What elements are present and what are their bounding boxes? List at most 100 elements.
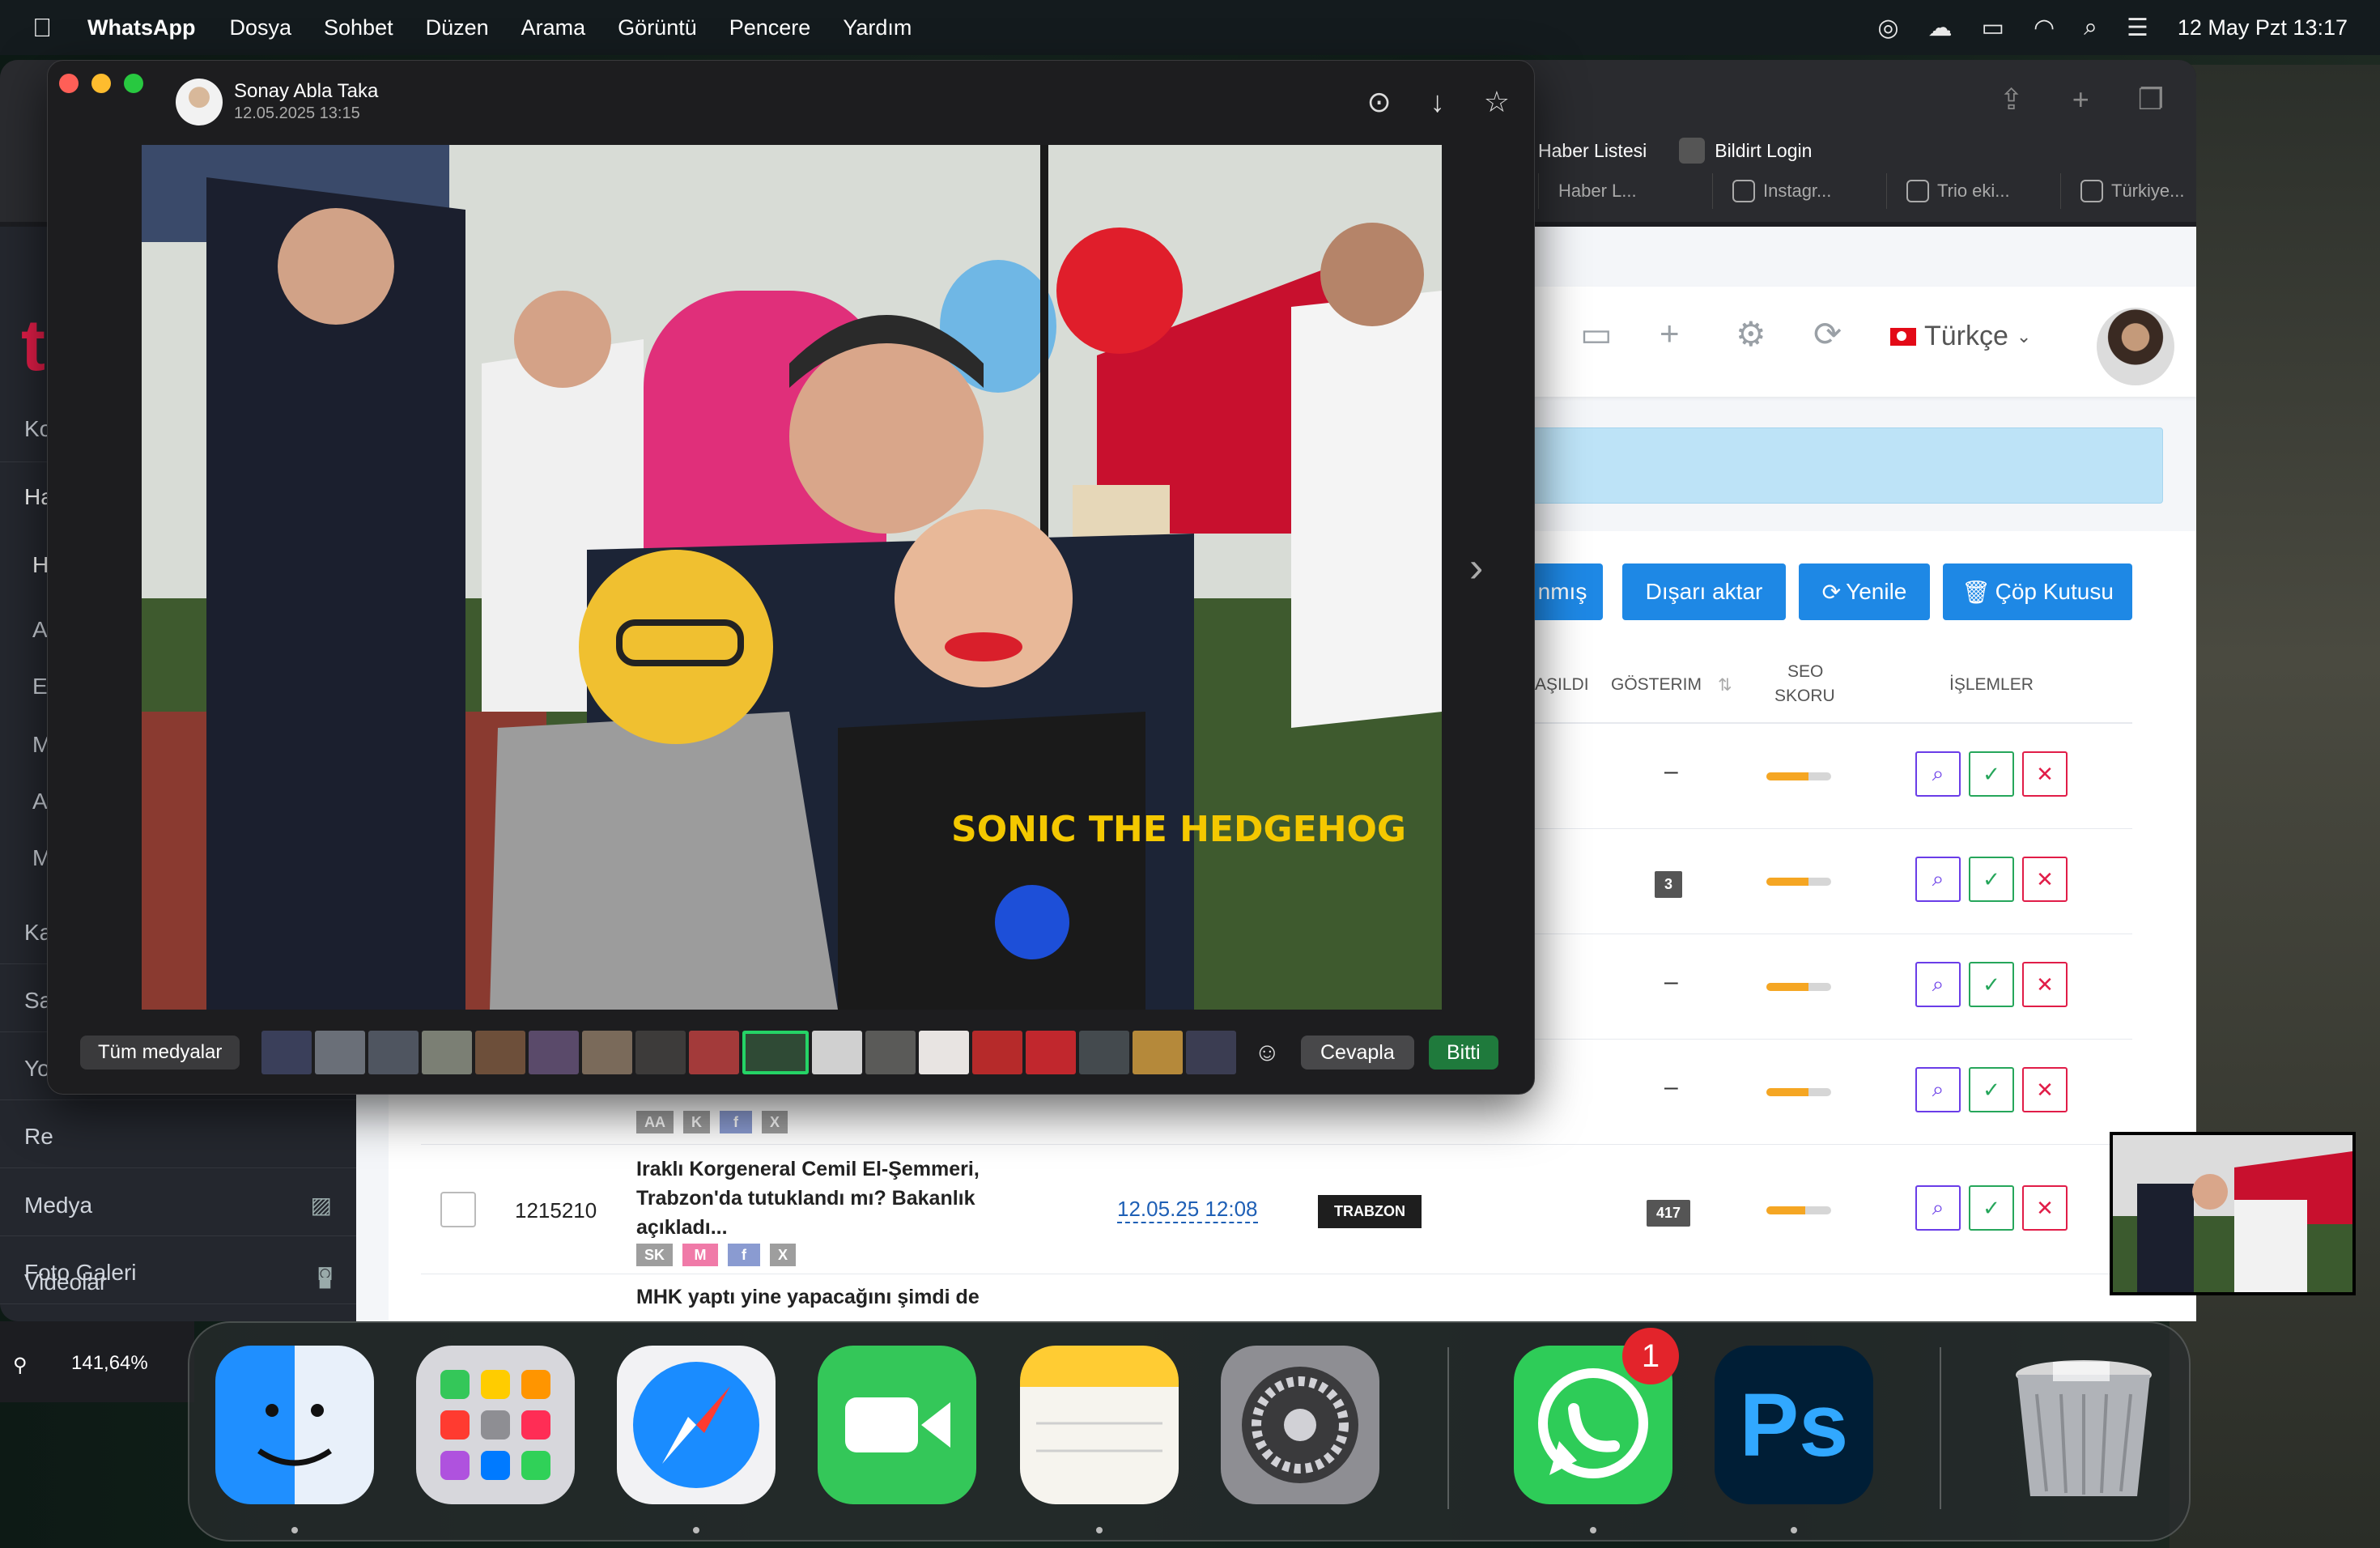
preview-button[interactable]: ⌕ [1915, 857, 1961, 902]
close-window-button[interactable] [59, 74, 79, 93]
minimize-window-button[interactable] [91, 74, 111, 93]
sender-name[interactable]: Sonay Abla Taka [234, 80, 378, 103]
approve-button[interactable]: ✓ [1969, 857, 2014, 902]
media-thumbnail[interactable] [1186, 1031, 1236, 1074]
dock-notes[interactable] [1020, 1346, 1179, 1504]
media-thumbnail[interactable] [422, 1031, 472, 1074]
cloud-icon[interactable]: ☁ [1928, 14, 1953, 42]
media-thumbnail[interactable] [1079, 1031, 1129, 1074]
media-thumbnail[interactable] [812, 1031, 862, 1074]
media-thumbnail[interactable] [972, 1031, 1022, 1074]
tab-instagram[interactable]: Instagr... [1712, 173, 1886, 209]
tab-turkiye[interactable]: Türkiye... [2060, 173, 2196, 209]
preview-button[interactable]: ⌕ [1915, 751, 1961, 797]
media-thumbnail[interactable] [315, 1031, 365, 1074]
media-thumbnail[interactable] [865, 1031, 916, 1074]
sidebar-item-medya[interactable]: Medya ▨ [24, 1192, 332, 1218]
zoom-window-button[interactable] [124, 74, 143, 93]
facebook-icon[interactable]: f [728, 1244, 761, 1266]
new-tab-icon[interactable]: + [2072, 83, 2089, 117]
preview-button[interactable]: ⌕ [1915, 962, 1961, 1007]
next-media-button[interactable]: › [1469, 543, 1483, 592]
media-thumbnail-selected[interactable] [742, 1031, 809, 1074]
delete-button[interactable]: ✕ [2022, 1067, 2068, 1112]
tag-aa[interactable]: AA [636, 1111, 674, 1133]
gear-icon[interactable]: ⚙ [1736, 314, 1766, 354]
approve-button[interactable]: ✓ [1969, 1185, 2014, 1231]
media-thumbnail[interactable] [635, 1031, 686, 1074]
monitor-icon[interactable]: ▭ [1580, 314, 1613, 354]
menu-help[interactable]: Yardım [843, 15, 912, 40]
screenshot-preview-thumbnail[interactable] [2110, 1132, 2356, 1295]
add-icon[interactable]: + [1660, 314, 1680, 353]
delete-button[interactable]: ✕ [2022, 1185, 2068, 1231]
control-center-icon[interactable]: ☰ [2127, 14, 2148, 42]
news-date[interactable]: 12.05.25 12:08 [1117, 1197, 1258, 1223]
approve-button[interactable]: ✓ [1969, 962, 2014, 1007]
media-thumbnail[interactable] [475, 1031, 525, 1074]
bookmark-bildirt-login[interactable]: Bildirt Login [1679, 138, 1812, 164]
all-media-button[interactable]: Tüm medyalar [80, 1036, 240, 1070]
menu-edit[interactable]: Düzen [426, 15, 489, 40]
tag-m[interactable]: M [682, 1244, 719, 1266]
x-twitter-icon[interactable]: X [770, 1244, 797, 1266]
approve-button[interactable]: ✓ [1969, 1067, 2014, 1112]
media-photo[interactable]: SONIC THE HEDGEHOG [142, 145, 1442, 1010]
more-options-icon[interactable]: ⊙ [1367, 85, 1392, 119]
vpn-status-icon[interactable]: ◎ [1877, 14, 1898, 42]
sync-icon[interactable]: ⟳ [1813, 314, 1842, 354]
export-button[interactable]: Dışarı aktar [1622, 563, 1786, 620]
menu-file[interactable]: Dosya [229, 15, 291, 40]
user-avatar[interactable] [2097, 308, 2174, 385]
app-menu[interactable]: WhatsApp [87, 15, 195, 40]
star-icon[interactable]: ☆ [1484, 85, 1510, 119]
dock-launchpad[interactable] [416, 1346, 575, 1504]
language-selector[interactable]: Türkçe ⌄ [1890, 321, 2031, 352]
row-checkbox[interactable] [440, 1192, 476, 1227]
emoji-reaction-icon[interactable]: ☺ [1254, 1037, 1281, 1067]
preview-button[interactable]: ⌕ [1915, 1067, 1961, 1112]
media-thumbnail[interactable] [919, 1031, 969, 1074]
facebook-icon[interactable]: f [720, 1111, 752, 1133]
x-twitter-icon[interactable]: X [762, 1111, 788, 1133]
tag-sk[interactable]: SK [636, 1244, 674, 1266]
spotlight-search-icon[interactable]: ⌕ [2084, 14, 2097, 41]
sidebar-item-partial[interactable]: A [32, 617, 48, 643]
approve-button[interactable]: ✓ [1969, 751, 2014, 797]
menu-bar-clock[interactable]: 12 May Pzt 13:17 [2178, 15, 2348, 40]
battery-icon[interactable]: ▭ [1982, 14, 2004, 42]
menu-chat[interactable]: Sohbet [324, 15, 393, 40]
dock-photoshop[interactable]: Ps [1715, 1346, 1873, 1504]
sidebar-item-partial[interactable]: Re [24, 1124, 53, 1150]
share-icon[interactable]: ⇪ [2000, 83, 2024, 117]
media-thumbnail[interactable] [261, 1031, 312, 1074]
sidebar-item-partial[interactable]: A [32, 789, 48, 814]
media-thumbnail[interactable] [1133, 1031, 1183, 1074]
refresh-button[interactable]: ⟳ Yenile [1799, 563, 1930, 620]
column-published[interactable]: AŞILDI [1535, 675, 1589, 695]
reply-button[interactable]: Cevapla [1301, 1036, 1414, 1070]
bookmark-haber-listesi[interactable]: Haber Listesi [1538, 138, 1647, 164]
delete-button[interactable]: ✕ [2022, 857, 2068, 902]
apple-menu-icon[interactable]:  [32, 13, 52, 43]
dock-trash[interactable] [2004, 1346, 2163, 1504]
dock-finder[interactable] [215, 1346, 374, 1504]
media-thumbnail[interactable] [529, 1031, 579, 1074]
news-title[interactable]: Iraklı Korgeneral Cemil El-Şemmeri, Trab… [636, 1155, 1057, 1242]
sidebar-item-partial[interactable]: E [32, 674, 48, 700]
dock-facetime[interactable] [818, 1346, 976, 1504]
media-thumbnail[interactable] [582, 1031, 632, 1074]
delete-button[interactable]: ✕ [2022, 962, 2068, 1007]
download-icon[interactable]: ↓ [1430, 85, 1445, 119]
done-button[interactable]: Bitti [1429, 1036, 1498, 1070]
tab-haber-listesi[interactable]: Haber L... [1538, 173, 1712, 209]
menu-search[interactable]: Arama [521, 15, 586, 40]
media-thumbnail[interactable] [689, 1031, 739, 1074]
sort-icon[interactable]: ⇅ [1718, 675, 1732, 695]
column-views[interactable]: GÖSTERIM [1611, 675, 1702, 695]
media-thumbnail[interactable] [1026, 1031, 1076, 1074]
trash-button[interactable]: 🗑 Çöp Kutusu [1943, 563, 2132, 620]
dock-safari[interactable] [617, 1346, 776, 1504]
wifi-icon[interactable]: ◠ [2034, 14, 2055, 42]
tag-k[interactable]: K [683, 1111, 710, 1133]
